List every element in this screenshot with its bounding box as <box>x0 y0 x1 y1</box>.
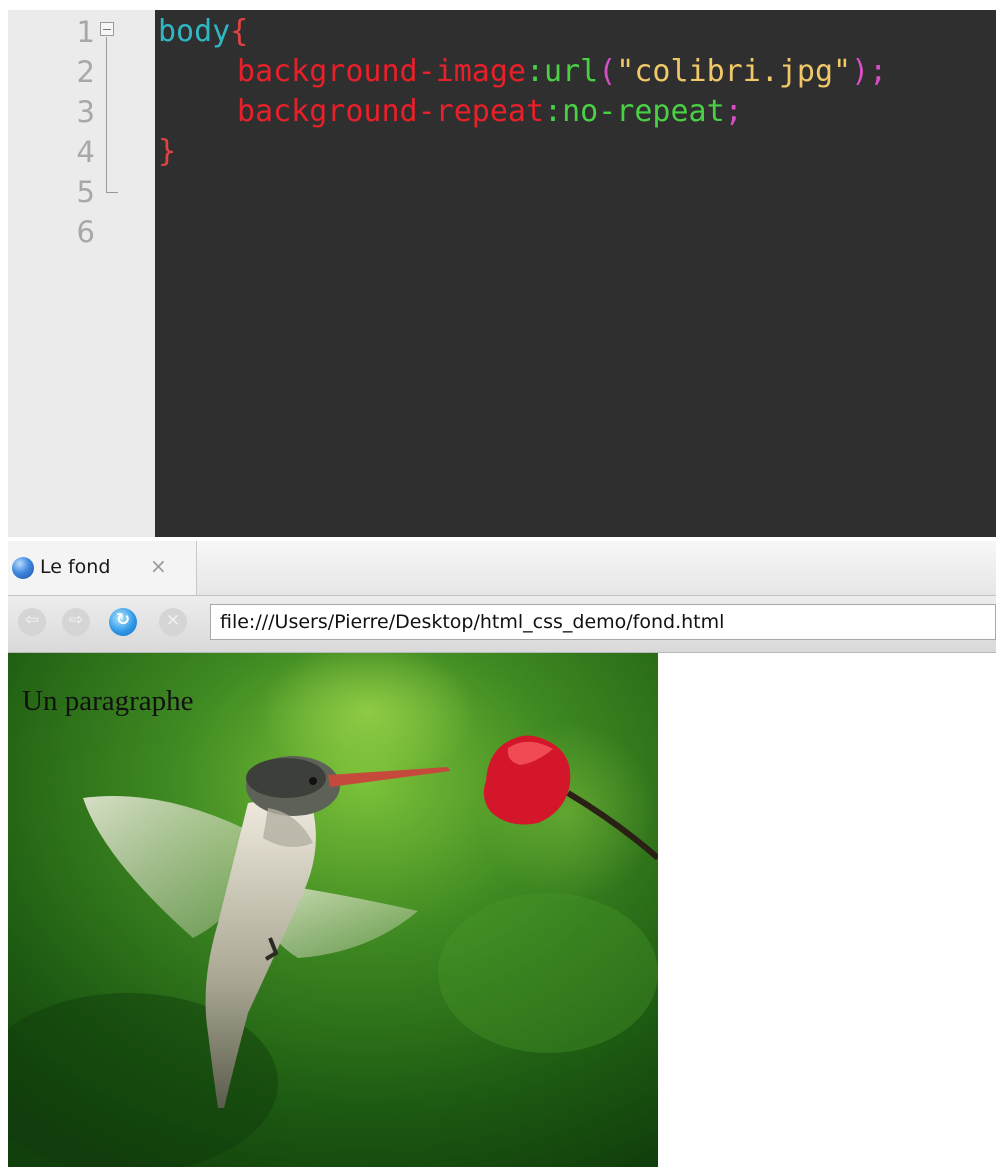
css-property: background-repeat <box>237 94 545 129</box>
code-editor[interactable]: 1 2 3 4 5 6 body{ background-image:url("… <box>8 10 996 537</box>
line-number: 5 <box>76 175 95 209</box>
line-number: 6 <box>76 215 95 249</box>
code-line-2[interactable]: background-image:url("colibri.jpg"); <box>237 52 887 92</box>
css-property: background-image <box>237 54 526 89</box>
css-selector: body <box>158 14 231 49</box>
css-value: no-repeat <box>562 94 725 129</box>
tab-title: Le fond <box>40 556 111 578</box>
code-line-3[interactable]: background-repeat:no-repeat; <box>237 92 743 132</box>
line-number: 3 <box>76 95 95 129</box>
open-paren: ( <box>598 54 617 89</box>
tab-close-icon[interactable]: × <box>150 554 167 578</box>
code-line-1[interactable]: body{ <box>158 12 248 52</box>
line-number: 4 <box>76 135 95 169</box>
address-bar[interactable]: file:///Users/Pierre/Desktop/html_css_de… <box>210 604 996 640</box>
fold-guide-end <box>106 192 118 193</box>
fold-guide-line <box>106 37 107 193</box>
fold-toggle-icon[interactable] <box>100 22 114 36</box>
line-number: 1 <box>76 15 95 49</box>
browser-tab[interactable]: Le fond × <box>8 541 197 595</box>
css-function: url <box>544 54 599 89</box>
close-brace: } <box>158 134 177 169</box>
line-number-gutter: 1 2 3 4 5 6 <box>8 10 155 537</box>
open-brace: { <box>230 14 249 49</box>
browser-tab-bar: Le fond × <box>8 541 996 596</box>
browser-toolbar: ⇦ ⇨ ↻ × file:///Users/Pierre/Desktop/htm… <box>8 596 996 653</box>
back-arrow-icon[interactable]: ⇦ <box>18 608 46 636</box>
code-line-4[interactable]: } <box>158 132 176 172</box>
hummingbird-flower-image <box>8 653 658 1167</box>
globe-icon <box>12 557 34 579</box>
colon: : <box>525 54 545 89</box>
forward-arrow-icon[interactable]: ⇨ <box>62 608 90 636</box>
css-string: "colibri.jpg" <box>616 54 852 89</box>
semicolon: ; <box>724 94 743 129</box>
page-viewport: Un paragraphe <box>8 653 996 1167</box>
reload-icon[interactable]: ↻ <box>109 608 137 636</box>
colon: : <box>544 94 563 129</box>
paragraph-text: Un paragraphe <box>22 685 194 717</box>
line-number: 2 <box>76 55 95 89</box>
close-paren: ); <box>851 54 888 89</box>
stop-icon[interactable]: × <box>159 608 187 636</box>
